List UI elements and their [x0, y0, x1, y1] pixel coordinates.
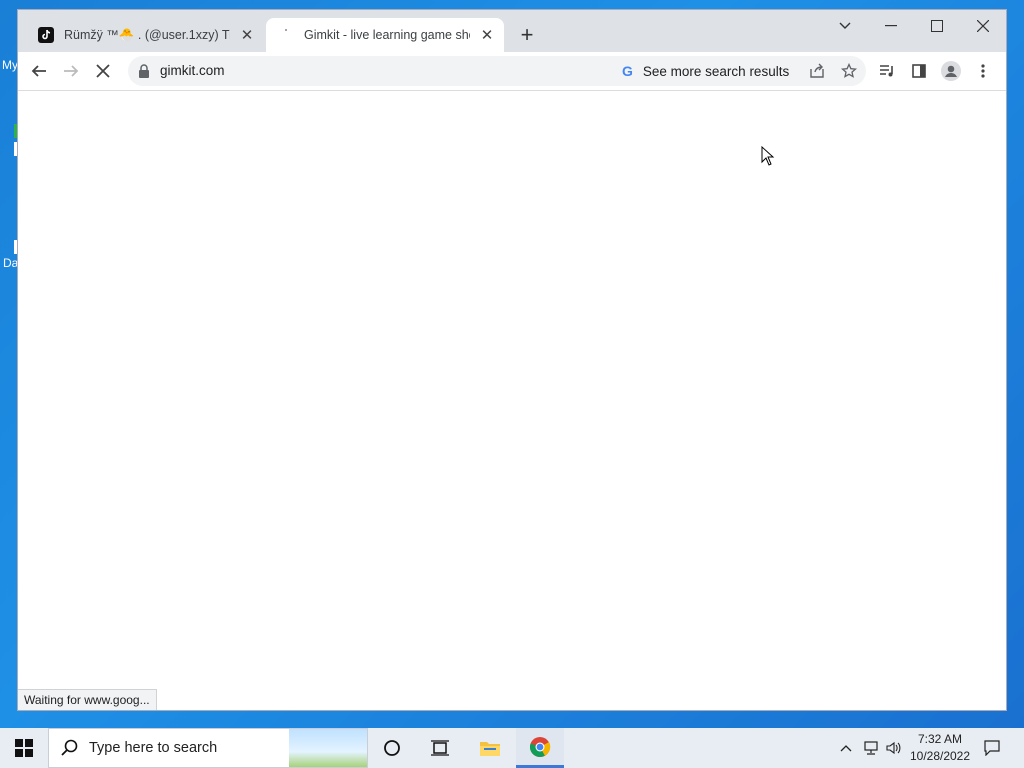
- url-text[interactable]: gimkit.com: [160, 63, 225, 78]
- tab-title: Gimkit - live learning game show: [304, 28, 470, 42]
- tab-gimkit[interactable]: Gimkit - live learning game show ✕: [266, 18, 504, 52]
- cursor-icon: [761, 146, 775, 166]
- search-hint-label: See more search results: [642, 63, 790, 79]
- close-icon[interactable]: ✕: [238, 26, 256, 44]
- taskbar-search[interactable]: Type here to search: [48, 728, 368, 768]
- tab-strip: Rümžÿ ™🐣 . (@user.1xzy) TikTok ✕ Gimkit …: [18, 10, 1006, 52]
- notification-icon[interactable]: [980, 728, 1004, 768]
- tab-tiktok[interactable]: Rümžÿ ™🐣 . (@user.1xzy) TikTok ✕: [26, 18, 264, 52]
- task-view-icon[interactable]: [416, 728, 464, 768]
- search-placeholder: Type here to search: [89, 740, 218, 756]
- stop-icon[interactable]: [88, 56, 118, 86]
- desktop-label-my: My: [2, 58, 18, 72]
- google-icon: G: [622, 63, 633, 79]
- system-clock[interactable]: 7:32 AM 10/28/2022: [900, 731, 980, 765]
- file-explorer-icon[interactable]: [466, 728, 514, 768]
- close-icon[interactable]: ✕: [478, 26, 496, 44]
- lock-icon[interactable]: [138, 64, 150, 83]
- clock-time: 7:32 AM: [917, 732, 963, 746]
- maximize-icon[interactable]: [914, 10, 960, 42]
- desktop-label-da: Da: [3, 256, 19, 270]
- share-icon[interactable]: [802, 56, 832, 86]
- clock-date: 10/28/2022: [909, 749, 971, 763]
- search-suggestion-chip[interactable]: G See more search results: [622, 56, 789, 86]
- taskbar: Type here to search 7:32 AM 10/28/2022: [0, 728, 1024, 768]
- chevron-down-icon[interactable]: [822, 10, 868, 42]
- forward-icon[interactable]: [56, 56, 86, 86]
- minimize-icon[interactable]: [868, 10, 914, 42]
- status-bubble: Waiting for www.goog...: [18, 689, 157, 710]
- chevron-up-icon[interactable]: [836, 728, 856, 768]
- star-icon[interactable]: [834, 56, 864, 86]
- search-highlight-image[interactable]: [289, 729, 367, 767]
- cortana-icon[interactable]: [368, 728, 416, 768]
- browser-window: Rümžÿ ™🐣 . (@user.1xzy) TikTok ✕ Gimkit …: [18, 10, 1006, 710]
- tiktok-icon: [38, 27, 54, 43]
- browser-toolbar: gimkit.com G See more search results: [18, 52, 1006, 91]
- windows-icon[interactable]: [0, 728, 48, 768]
- back-icon[interactable]: [24, 56, 54, 86]
- side-panel-icon[interactable]: [904, 56, 934, 86]
- window-close-icon[interactable]: [960, 10, 1006, 42]
- chrome-icon[interactable]: [516, 728, 564, 768]
- media-icon[interactable]: [872, 56, 902, 86]
- profile-icon[interactable]: [936, 56, 966, 86]
- new-tab-icon[interactable]: +: [516, 24, 538, 46]
- network-icon[interactable]: [860, 728, 882, 768]
- loading-icon: [278, 27, 294, 43]
- address-bar[interactable]: gimkit.com G See more search results: [128, 56, 866, 86]
- tab-title: Rümžÿ ™🐣 . (@user.1xzy) TikTok: [64, 27, 230, 42]
- search-icon: [61, 739, 79, 762]
- more-icon[interactable]: [968, 56, 998, 86]
- page-content: Waiting for www.goog...: [18, 91, 1006, 710]
